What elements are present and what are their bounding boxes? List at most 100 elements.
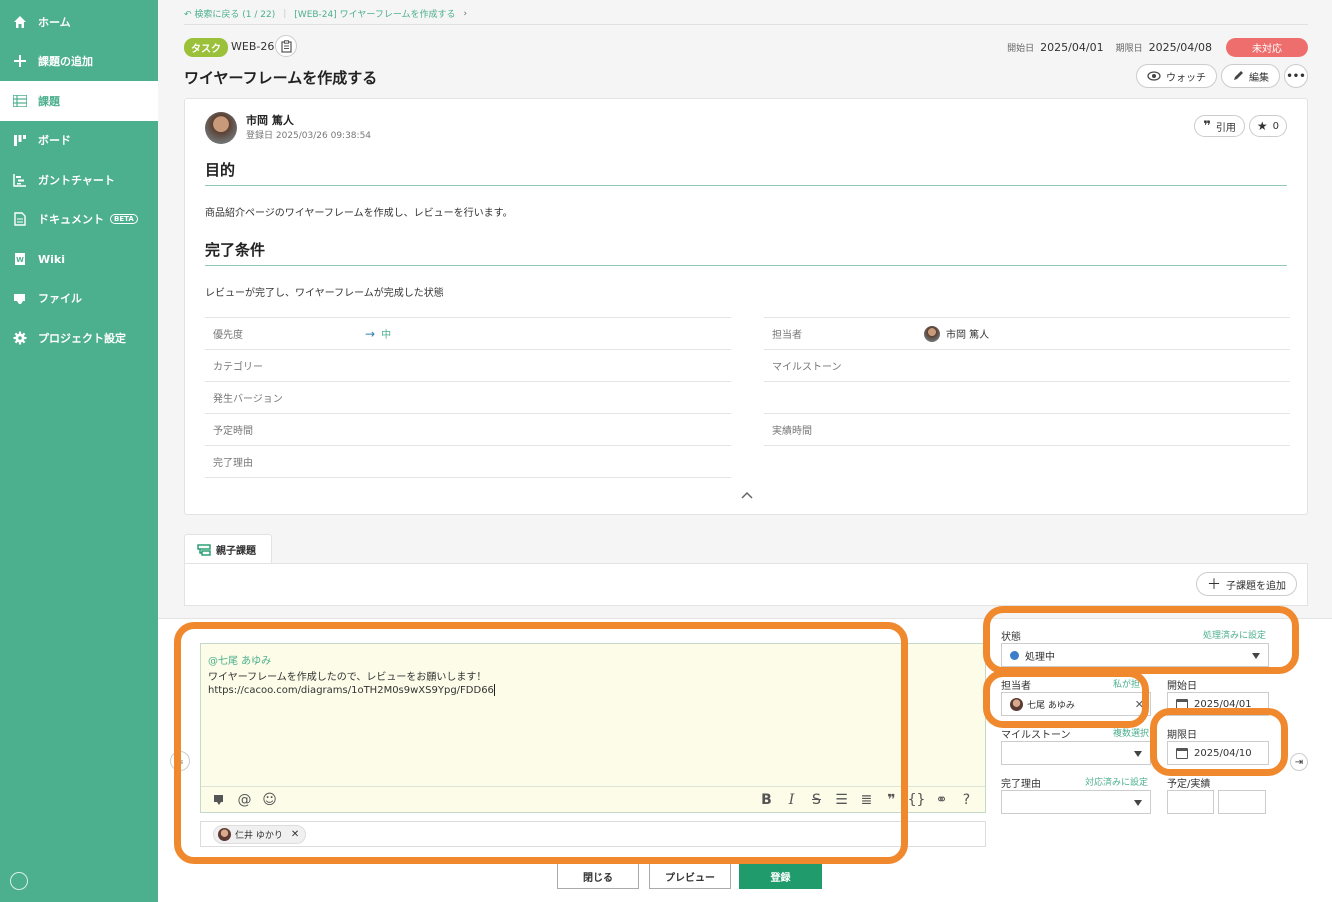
property-label: 発生バージョン xyxy=(213,394,283,405)
tab-parent-child[interactable]: 親子課題 xyxy=(184,534,272,564)
status-badge: 未対応 xyxy=(1226,38,1308,57)
star-count: 0 xyxy=(1272,120,1279,132)
sidebar-item-label: プロジェクト設定 xyxy=(38,332,126,345)
sidebar-item-home[interactable]: ホーム xyxy=(0,2,158,42)
comment-editor[interactable]: @七尾 あゆみ ワイヤーフレームを作成したので、レビューをお願いします！ htt… xyxy=(200,643,986,813)
numbered-list-icon[interactable]: ≣ xyxy=(854,790,879,810)
star-button[interactable]: ★ 0 xyxy=(1248,115,1287,137)
sidebar-item-files[interactable]: ファイル xyxy=(0,278,158,318)
breadcrumb: ↶ 検索に戻る (1 / 22) | [WEB-24] ワイヤーフレームを作成す… xyxy=(184,7,467,21)
sidebar-item-add-issue[interactable]: 課題の追加 xyxy=(0,41,158,81)
sidebar: ホーム 課題の追加 課題 ボード ガントチャート ドキュメント BETA W W… xyxy=(0,0,158,902)
code-icon[interactable]: {} xyxy=(904,790,929,810)
quote-icon: ❞ xyxy=(1203,118,1211,134)
due-date-value: 2025/04/08 xyxy=(1148,41,1212,54)
sidebar-item-label: ボード xyxy=(38,134,71,147)
sidebar-item-document[interactable]: ドキュメント BETA xyxy=(0,199,158,239)
page-title: ワイヤーフレームを作成する xyxy=(184,69,378,87)
property-milestone: マイルストーン xyxy=(764,349,1290,381)
issue-key: WEB-26 xyxy=(231,40,275,53)
plus-icon xyxy=(12,53,28,69)
bullet-list-icon[interactable]: ☰ xyxy=(829,790,854,810)
property-label: カテゴリー xyxy=(213,362,263,373)
toolbar-spacer xyxy=(282,790,754,810)
chevron-down-icon xyxy=(1252,653,1260,659)
preview-button[interactable]: プレビュー xyxy=(649,863,731,889)
notify-users-field[interactable]: 仁井 ゆかり ✕ xyxy=(200,821,986,847)
edit-button[interactable]: 編集 xyxy=(1221,64,1280,88)
sidebar-item-gantt[interactable]: ガントチャート xyxy=(0,160,158,200)
priority-value-wrap: → 中 xyxy=(365,326,392,342)
close-icon[interactable]: ✕ xyxy=(1135,698,1144,711)
svg-text:W: W xyxy=(16,256,24,264)
set-resolved-link[interactable]: 処理済みに設定 xyxy=(1203,628,1266,641)
milestone-select[interactable] xyxy=(1001,741,1151,765)
divider xyxy=(205,477,731,478)
issue-dates: 開始日 2025/04/01 期限日 2025/04/08 未対応 xyxy=(1007,38,1308,57)
add-child-label: 子課題を追加 xyxy=(1226,580,1286,592)
estimated-hours-input[interactable] xyxy=(1167,790,1214,814)
mention-icon[interactable]: @ xyxy=(232,790,257,810)
start-date-field[interactable]: 2025/04/01 xyxy=(1167,692,1269,716)
issue-type-badge: タスク xyxy=(184,38,228,57)
chevron-up-icon[interactable] xyxy=(741,489,753,501)
quote-button[interactable]: ❞ 引用 xyxy=(1194,115,1245,137)
sidebar-item-issues[interactable]: 課題 xyxy=(0,81,158,121)
submit-button[interactable]: 登録 xyxy=(739,863,822,889)
hours-label: 予定/実績 xyxy=(1167,779,1211,790)
property-version: 発生バージョン xyxy=(205,381,731,413)
quote-icon[interactable]: ❞ xyxy=(879,790,904,810)
back-to-search-link[interactable]: ↶ 検索に戻る (1 / 22) xyxy=(184,7,275,20)
resolution-label: 完了理由 xyxy=(1001,779,1041,790)
sidebar-item-wiki[interactable]: W Wiki xyxy=(0,239,158,279)
purpose-text: 商品紹介ページのワイヤーフレームを作成し、レビューを行います。 xyxy=(205,208,513,219)
bold-icon[interactable]: B xyxy=(754,790,779,810)
more-options-icon[interactable]: ••• xyxy=(1284,64,1308,88)
parent-issue-link[interactable]: [WEB-24] ワイヤーフレームを作成する xyxy=(294,7,455,20)
assign-to-me-link[interactable]: 私が担 xyxy=(1113,677,1140,690)
help-icon[interactable]: ? xyxy=(954,790,979,810)
calendar-icon xyxy=(1176,698,1188,710)
priority-value: 中 xyxy=(381,330,392,341)
assignee-chip: 七尾 あゆみ xyxy=(1010,697,1075,711)
sidebar-item-board[interactable]: ボード xyxy=(0,120,158,160)
add-child-issue-button[interactable]: ＋ 子課題を追加 xyxy=(1196,572,1297,596)
clipboard-icon xyxy=(280,39,292,53)
sidebar-item-label: 課題 xyxy=(38,95,60,108)
multi-select-link[interactable]: 複数選択 xyxy=(1113,726,1149,739)
status-dot xyxy=(1010,650,1019,660)
quote-label: 引用 xyxy=(1215,122,1236,134)
star-icon: ★ xyxy=(1256,119,1268,133)
notify-user-name: 仁井 ゆかり xyxy=(235,830,283,841)
start-date-value: 2025/04/01 xyxy=(1194,698,1252,710)
due-date-field[interactable]: 2025/04/10 xyxy=(1167,741,1269,765)
avatar xyxy=(205,112,237,144)
emoji-icon[interactable]: ☺ xyxy=(257,790,282,810)
avatar xyxy=(924,325,940,342)
mention-text: @七尾 あゆみ xyxy=(208,656,272,667)
status-select[interactable]: 処理中 xyxy=(1001,643,1269,667)
heading-underline xyxy=(205,265,1287,266)
link-icon[interactable]: ⚭ xyxy=(929,790,954,810)
property-assignee: 担当者 市岡 篤人 xyxy=(764,317,1290,349)
resolution-select[interactable] xyxy=(1001,790,1151,814)
plus-icon: ＋ xyxy=(1207,577,1221,593)
actual-hours-input[interactable] xyxy=(1218,790,1266,814)
copy-key-button[interactable] xyxy=(275,35,297,57)
strikethrough-icon[interactable]: S xyxy=(804,790,829,810)
divider xyxy=(184,24,1308,25)
close-icon[interactable]: ✕ xyxy=(291,829,299,840)
property-estimated-hours: 予定時間 xyxy=(205,413,731,445)
set-fixed-link[interactable]: 対応済みに設定 xyxy=(1085,775,1148,788)
sidebar-item-project-settings[interactable]: プロジェクト設定 xyxy=(0,318,158,358)
attachment-icon[interactable] xyxy=(207,790,232,810)
property-label: 担当者 xyxy=(772,330,802,341)
help-icon[interactable] xyxy=(10,872,28,890)
watch-button[interactable]: ウォッチ xyxy=(1136,64,1217,88)
close-button[interactable]: 閉じる xyxy=(557,863,639,889)
expand-right-icon[interactable]: ⇥ xyxy=(1290,753,1308,771)
assignee-select[interactable]: 七尾 あゆみ ✕ xyxy=(1001,692,1151,716)
collapse-toggle-icon[interactable]: ⇆ xyxy=(170,751,190,771)
heading-underline xyxy=(205,185,1287,186)
italic-icon[interactable]: I xyxy=(779,790,804,810)
